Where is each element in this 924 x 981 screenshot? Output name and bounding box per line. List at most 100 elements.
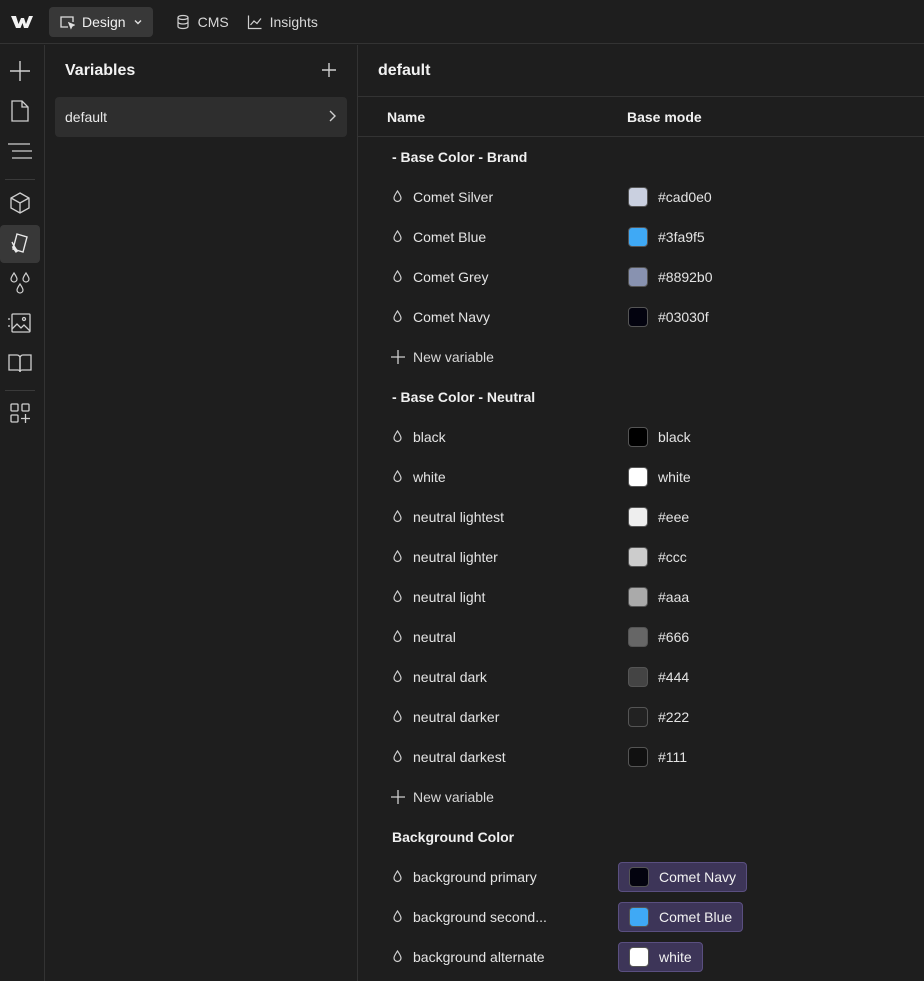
variable-row[interactable]: background alternate white (358, 937, 924, 977)
pages-button[interactable] (0, 93, 40, 131)
variable-name: Comet Navy (413, 309, 491, 325)
variable-value: #ccc (658, 549, 687, 565)
color-swatch (628, 427, 648, 447)
variable-row[interactable]: neutral dark #444 (358, 657, 924, 697)
variable-value: #444 (658, 669, 690, 685)
variable-value-cell[interactable]: #cad0e0 (628, 187, 712, 207)
new-variable-label: New variable (413, 349, 494, 365)
variable-reference-pill[interactable]: Comet Blue (618, 902, 744, 932)
group-header[interactable]: - Base Color - Neutral (358, 377, 924, 417)
variables-panel: Variables default (45, 45, 358, 981)
variables-list: - Base Color - Brand Comet Silver #cad0e… (358, 137, 924, 977)
variable-row[interactable]: neutral darker #222 (358, 697, 924, 737)
variable-name: Comet Silver (413, 189, 494, 205)
variable-value-cell[interactable]: #222 (628, 707, 689, 727)
book-icon (8, 353, 32, 376)
variable-row[interactable]: white white (358, 457, 924, 497)
color-swatch (628, 667, 648, 687)
color-swatch (628, 227, 648, 247)
cursor-select-icon (59, 14, 75, 30)
color-swatch (628, 307, 648, 327)
tab-insights-label: Insights (269, 13, 318, 30)
apps-button[interactable] (0, 395, 40, 433)
database-icon (175, 14, 191, 30)
variable-name: white (413, 469, 446, 485)
variable-row[interactable]: background primary Comet Navy (358, 857, 924, 897)
group-header[interactable]: - Base Color - Brand (358, 137, 924, 177)
variable-row[interactable]: Comet Grey #8892b0 (358, 257, 924, 297)
new-variable-button[interactable]: New variable (358, 777, 924, 817)
color-variable-icon (392, 869, 403, 886)
variable-name: background primary (413, 869, 537, 885)
tab-design[interactable]: Design (49, 6, 153, 37)
library-button[interactable] (0, 345, 40, 383)
variable-row[interactable]: neutral light #aaa (358, 577, 924, 617)
collection-item-default[interactable]: default (55, 97, 347, 137)
panel-title: Variables (65, 62, 136, 79)
group-header[interactable]: Background Color (358, 817, 924, 857)
variables-swatch-icon (9, 232, 31, 257)
variables-button[interactable] (0, 225, 40, 263)
color-variable-icon (392, 909, 403, 926)
variable-name: black (413, 429, 446, 445)
variable-row[interactable]: neutral #666 (358, 617, 924, 657)
collection-title: default (358, 45, 924, 97)
tab-insights[interactable]: Insights (237, 7, 328, 37)
variable-name: neutral darker (413, 709, 500, 725)
color-variable-icon (392, 469, 403, 486)
components-button[interactable] (0, 185, 40, 223)
variable-row[interactable]: background second... Comet Blue (358, 897, 924, 937)
variable-row[interactable]: neutral lightest #eee (358, 497, 924, 537)
color-swatch (628, 747, 648, 767)
variable-row[interactable]: neutral darkest #111 (358, 737, 924, 777)
variable-value-cell[interactable]: black (628, 427, 691, 447)
assets-button[interactable] (0, 305, 40, 343)
variables-panel-header: Variables (45, 45, 357, 97)
variable-name: neutral darkest (413, 749, 506, 765)
plus-icon (9, 60, 31, 85)
top-bar: Design CMS Insights (0, 0, 924, 44)
table-header: Name Base mode (358, 97, 924, 137)
variable-value-cell[interactable]: #666 (628, 627, 689, 647)
tab-cms-label: CMS (197, 13, 229, 30)
chevron-right-icon (327, 109, 337, 125)
variable-value: #222 (658, 709, 690, 725)
variable-value-cell[interactable]: #ccc (628, 547, 687, 567)
variable-value: #111 (658, 749, 688, 765)
variable-row[interactable]: black black (358, 417, 924, 457)
group-title: - Base Color - Neutral (392, 389, 536, 405)
color-swatch (628, 587, 648, 607)
tab-cms[interactable]: CMS (165, 7, 235, 37)
variable-value-cell[interactable]: #03030f (628, 307, 709, 327)
variable-name: Comet Blue (413, 229, 487, 245)
variable-value: #eee (658, 509, 690, 525)
variable-row[interactable]: neutral lighter #ccc (358, 537, 924, 577)
variable-reference-pill[interactable]: white (618, 942, 703, 972)
color-swatch (629, 867, 649, 887)
left-toolbar (0, 45, 45, 981)
variable-row[interactable]: Comet Silver #cad0e0 (358, 177, 924, 217)
color-swatch (628, 507, 648, 527)
variable-reference-pill[interactable]: Comet Navy (618, 862, 748, 892)
variable-value-cell[interactable]: #eee (628, 507, 689, 527)
variable-row[interactable]: Comet Blue #3fa9f5 (358, 217, 924, 257)
line-chart-icon (247, 14, 263, 30)
variable-value: #666 (658, 629, 690, 645)
column-header-name: Name (387, 109, 426, 125)
variable-value-cell[interactable]: #8892b0 (628, 267, 713, 287)
variable-value-cell[interactable]: white (628, 467, 691, 487)
variable-value-cell[interactable]: #3fa9f5 (628, 227, 705, 247)
webflow-logo-icon[interactable] (0, 0, 44, 44)
styles-button[interactable] (0, 265, 40, 303)
new-variable-button[interactable]: New variable (358, 337, 924, 377)
variable-value-cell[interactable]: #444 (628, 667, 689, 687)
color-swatch (628, 707, 648, 727)
variable-row[interactable]: Comet Navy #03030f (358, 297, 924, 337)
variable-value-cell[interactable]: #111 (628, 747, 687, 767)
add-collection-button[interactable] (321, 62, 337, 81)
variable-value-cell[interactable]: #aaa (628, 587, 689, 607)
navigator-button[interactable] (0, 133, 40, 171)
group-title: - Base Color - Brand (392, 149, 528, 165)
color-variable-icon (392, 189, 403, 206)
add-elements-button[interactable] (0, 53, 40, 91)
